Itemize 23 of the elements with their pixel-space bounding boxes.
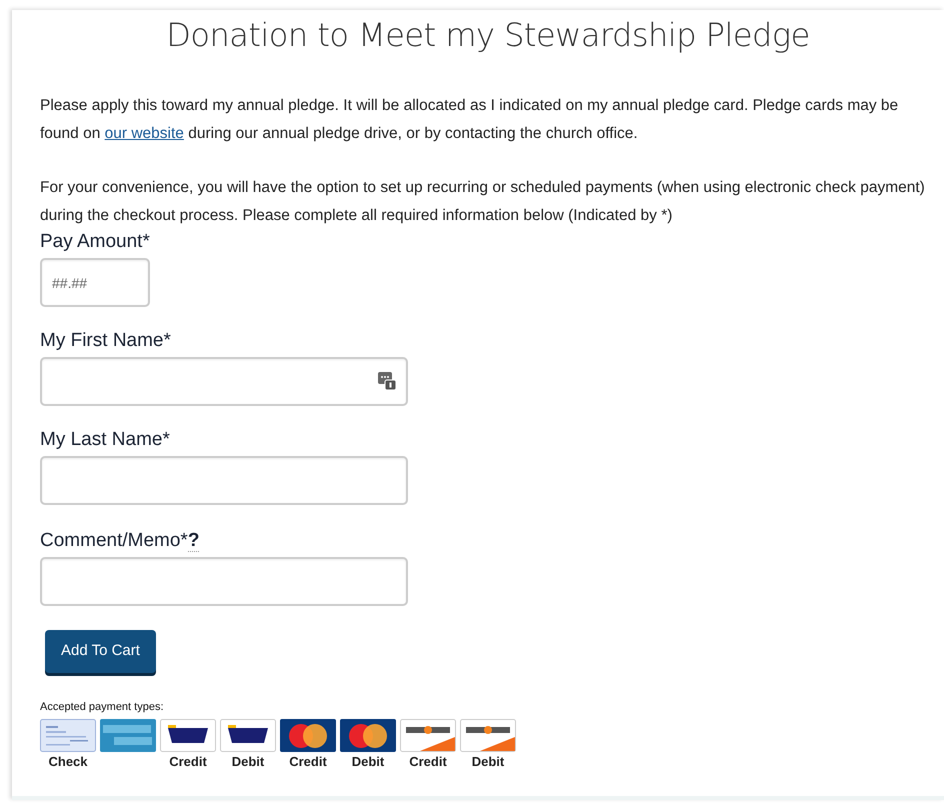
- field-label: Pay Amount*: [40, 230, 150, 254]
- paragraph: Please apply this toward my annual pledge. It will be allocated as I indicated on my annual pledge card. Pledge cards may be found on our website during our annual pledge drive, or by contacting the church office.: [40, 96, 900, 144]
- input-field[interactable]: [40, 357, 408, 406]
- payment-type-label: Check: [47, 753, 89, 772]
- payment-type-label: Debit: [350, 753, 386, 772]
- field-label: Comment/Memo*: [40, 529, 188, 554]
- input-field[interactable]: ##.##: [40, 258, 150, 308]
- input-field[interactable]: [40, 456, 408, 506]
- field-label: My First Name*: [40, 329, 171, 354]
- help-mark: ?: [188, 530, 200, 552]
- input-field[interactable]: [40, 557, 408, 606]
- add-to-cart-button[interactable]: Add To Cart: [45, 630, 156, 673]
- payment-types-label: Accepted payment types:: [40, 700, 165, 715]
- payment-type-label: Credit: [408, 753, 448, 772]
- autofill-icon[interactable]: [378, 372, 396, 390]
- payment-type-label: Credit: [168, 753, 208, 772]
- website-link[interactable]: our website: [104, 125, 184, 142]
- page-title: Donation to Meet my Stewardship Pledge: [165, 16, 811, 54]
- payment-type-label: Credit: [288, 753, 328, 772]
- paragraph: For your convenience, you will have the option to set up recurring or scheduled payments (when using electronic check payment) during the checkout process. Please complete all required information below (Indicated by *): [40, 178, 926, 226]
- field-label: My Last Name*: [40, 428, 170, 452]
- payment-type-label: Debit: [230, 753, 266, 772]
- payment-type-label: Debit: [470, 753, 506, 772]
